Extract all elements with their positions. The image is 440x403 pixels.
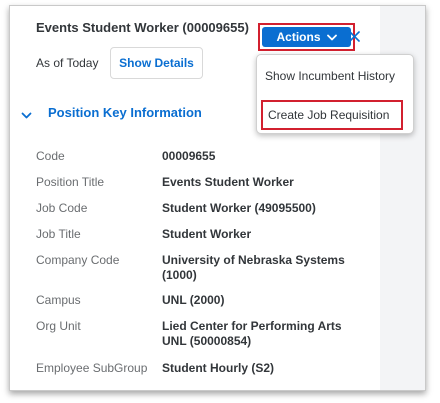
field-label-job-title: Job Title <box>36 227 81 241</box>
chevron-down-icon <box>326 34 337 41</box>
field-value-campus: UNL (2000) <box>162 293 225 307</box>
field-label-job-code: Job Code <box>36 201 88 215</box>
page-title: Events Student Worker (00009655) <box>36 20 249 35</box>
field-label-company-code: Company Code <box>36 253 120 267</box>
close-icon[interactable] <box>344 25 364 47</box>
field-label-code: Code <box>36 149 65 163</box>
show-details-button[interactable]: Show Details <box>110 47 203 79</box>
actions-button-body[interactable]: Actions <box>262 27 351 47</box>
menu-item-create-job-requisition[interactable]: Create Job Requisition <box>261 100 403 130</box>
field-label-campus: Campus <box>36 293 81 307</box>
field-value-company-code: University of Nebraska Systems (1000) <box>162 253 345 282</box>
actions-menu: Show Incumbent History Create Job Requis… <box>256 54 414 134</box>
actions-button-label: Actions <box>276 30 321 44</box>
actions-button[interactable]: Actions <box>258 23 355 51</box>
chevron-down-icon[interactable] <box>21 107 32 125</box>
section-title[interactable]: Position Key Information <box>48 105 202 120</box>
field-value-employee-subgroup: Student Hourly (S2) <box>162 361 275 375</box>
menu-item-show-incumbent-history[interactable]: Show Incumbent History <box>265 69 395 83</box>
field-value-code: 00009655 <box>162 149 216 163</box>
field-value-job-title: Student Worker <box>162 227 252 241</box>
field-value-position-title: Events Student Worker <box>162 175 294 189</box>
field-label-org-unit: Org Unit <box>36 319 81 333</box>
field-label-position-title: Position Title <box>36 175 105 189</box>
field-value-org-unit: Lied Center for Performing Arts UNL (500… <box>162 319 342 348</box>
field-label-employee-subgroup: Employee SubGroup <box>36 361 148 375</box>
field-value-job-code: Student Worker (49095500) <box>162 201 316 215</box>
as-of-label: As of Today <box>36 56 99 70</box>
position-details-window: Events Student Worker (00009655) Actions… <box>9 5 426 391</box>
